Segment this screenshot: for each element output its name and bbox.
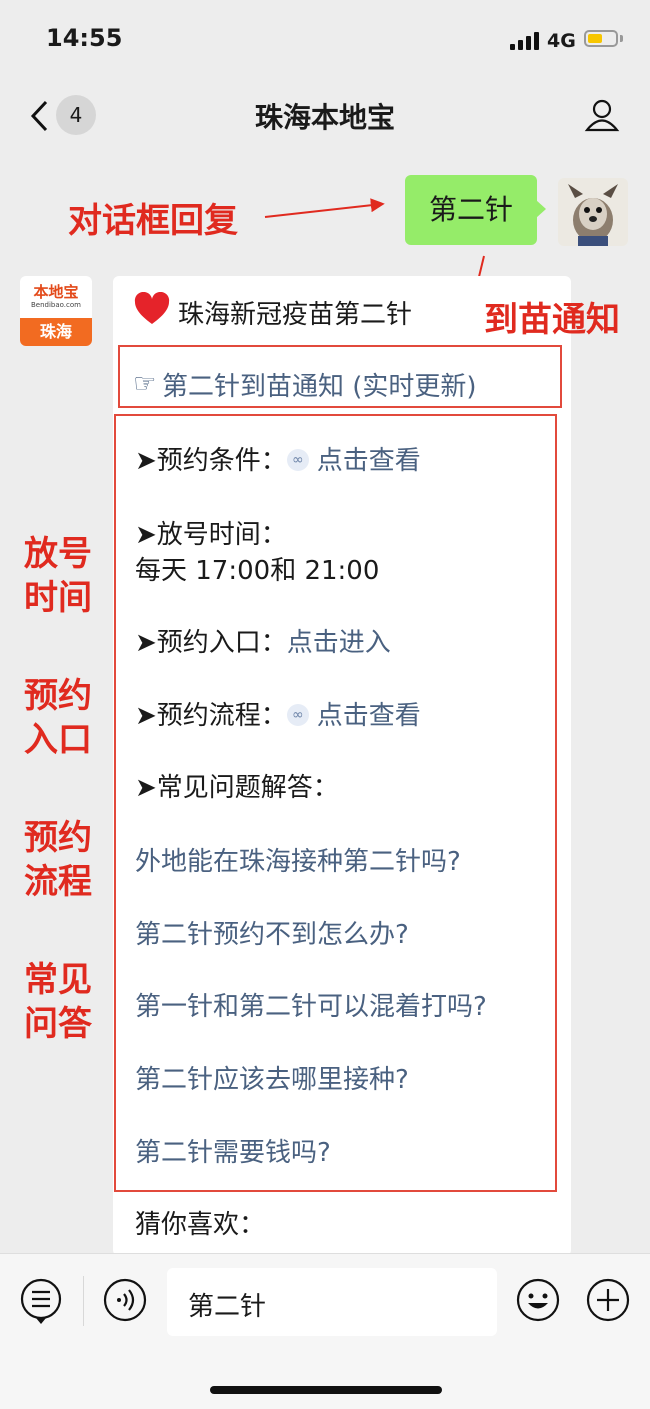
- heart-icon: [134, 291, 170, 326]
- item-entry-link[interactable]: 点击进入: [287, 628, 391, 658]
- logo-url: Bendibao.com: [30, 301, 81, 309]
- divider: [83, 1276, 84, 1326]
- faq-link[interactable]: 第二针需要钱吗?: [135, 1132, 331, 1169]
- notice-link[interactable]: 第二针到苗通知 (实时更新): [162, 366, 477, 403]
- faq-link[interactable]: 外地能在珠海接种第二针吗?: [135, 841, 461, 878]
- card-title: 珠海新冠疫苗第二针: [178, 300, 413, 330]
- voice-icon[interactable]: [103, 1278, 147, 1326]
- message-input-text: 第二针: [188, 1292, 267, 1322]
- pointing-hand-icon: ☞: [133, 369, 157, 399]
- item-process: ➤预约流程： ∞ 点击查看: [135, 695, 421, 732]
- faq-link[interactable]: 第二针应该去哪里接种?: [135, 1059, 409, 1096]
- item-process-link-text: 点击查看: [316, 701, 421, 731]
- logo-name: 本地宝: [33, 283, 79, 301]
- logo-city: 珠海: [20, 318, 92, 346]
- link-icon: ∞: [286, 448, 309, 471]
- item-entry: ➤预约入口：点击进入: [135, 622, 391, 659]
- item-release-value: 每天 17:00和 21:00: [135, 556, 380, 586]
- annotation-process: 预约流程: [24, 818, 92, 902]
- item-entry-label: ➤预约入口：: [135, 628, 287, 658]
- item-release-label: ➤放号时间：: [135, 520, 287, 550]
- user-message-bubble[interactable]: 第二针: [405, 175, 537, 245]
- item-process-link[interactable]: ∞ 点击查看: [286, 701, 421, 731]
- item-process-label: ➤预约流程：: [135, 701, 287, 731]
- faq-link[interactable]: 第一针和第二针可以混着打吗?: [135, 986, 487, 1023]
- item-conditions-link[interactable]: ∞ 点击查看: [286, 446, 421, 476]
- annotation-notice: 到苗通知: [484, 300, 620, 340]
- item-faq-heading: ➤常见问题解答：: [135, 773, 339, 803]
- item-conditions-link-text: 点击查看: [316, 446, 421, 476]
- menu-icon[interactable]: [20, 1278, 64, 1332]
- account-logo[interactable]: 本地宝 Bendibao.com 珠海: [20, 276, 92, 346]
- item-conditions: ➤预约条件： ∞ 点击查看: [135, 440, 421, 477]
- faq-link[interactable]: 第二针预约不到怎么办?: [135, 914, 409, 951]
- annotation-faq: 常见问答: [24, 960, 92, 1044]
- annotation-reply: 对话框回复: [68, 201, 238, 241]
- home-indicator[interactable]: [210, 1386, 442, 1394]
- item-conditions-label: ➤预约条件：: [135, 446, 287, 476]
- bubble-tail: [536, 200, 546, 218]
- link-icon: ∞: [286, 703, 309, 726]
- annotation-entry: 预约入口: [24, 676, 92, 760]
- recommend-heading: 猜你喜欢：: [135, 1210, 266, 1240]
- user-avatar[interactable]: [558, 178, 628, 246]
- plus-icon[interactable]: [586, 1278, 630, 1326]
- emoji-icon[interactable]: [516, 1278, 560, 1326]
- annotation-release-time: 放号时间: [24, 534, 92, 618]
